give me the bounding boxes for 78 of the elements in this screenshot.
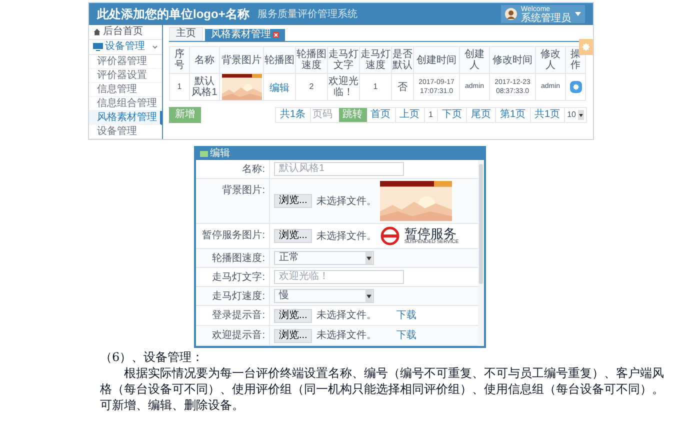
column-header: 轮播图速度: [296, 46, 328, 74]
table-cell: 欢迎光临！: [328, 74, 360, 100]
page-count[interactable]: 共1页: [530, 108, 566, 122]
table-cell: 1: [360, 74, 392, 100]
table-cell: 默认风格1: [190, 74, 220, 100]
scrollbar[interactable]: [478, 160, 484, 346]
settings-icon: [581, 42, 591, 52]
file-status: 未选择文件。: [316, 328, 376, 343]
column-header: 创建时间: [414, 46, 460, 74]
column-header: 名称: [190, 46, 220, 74]
sidebar-item[interactable]: 设备管理: [89, 125, 162, 139]
column-header: 序号: [170, 46, 190, 74]
home-icon: [93, 28, 101, 36]
monitor-icon: [93, 43, 103, 51]
sidebar-item[interactable]: 后台首页: [89, 25, 162, 40]
file-status: 未选择文件。: [316, 230, 376, 244]
user-name: 系统管理员: [521, 14, 571, 24]
avatar-icon: [505, 8, 517, 20]
caret-icon: [575, 12, 581, 16]
sidebar-item[interactable]: 评价器设置: [89, 69, 162, 83]
column-header: 轮播图: [264, 46, 296, 74]
dialog-title: 编辑: [210, 148, 230, 160]
table-cell: 否: [392, 74, 414, 100]
page-size-select[interactable]: 10: [565, 108, 586, 122]
sidebar-item[interactable]: 风格素材管理: [89, 111, 162, 125]
download-link[interactable]: 下载: [396, 308, 416, 323]
settings-icon: [572, 83, 580, 91]
sidebar-item[interactable]: 评价器管理: [89, 55, 162, 69]
first-page-link[interactable]: 首页: [366, 108, 396, 122]
settings-floating-button[interactable]: [579, 39, 593, 55]
page-indicator[interactable]: 第1页: [496, 108, 531, 122]
system-subtitle: 服务质量评价管理系统: [257, 8, 358, 22]
section-heading: （6）、设备管理：: [100, 350, 205, 365]
page-input[interactable]: 页码: [310, 109, 339, 121]
prev-page-link[interactable]: 上页: [396, 108, 425, 122]
logo-text: 暂停服务: [404, 227, 456, 240]
browse-button[interactable]: 浏览...: [274, 328, 312, 342]
last-page-link[interactable]: 尾页: [466, 108, 496, 122]
next-page-link[interactable]: 下页: [438, 108, 467, 122]
tab[interactable]: 主页: [169, 27, 203, 41]
column-header: 修改时间: [490, 46, 536, 74]
field-label: 轮播图速度:: [212, 252, 265, 266]
body-paragraph: 根据实际情况要为每一台评价终端设置名称、编号（编号不可重复、不可与员工编号重复）、客户端风格（每台设备可不同）、使用评价组（同一机构只能选择相同评价组）、使用信息组（每台设备可不同）。可新增、编辑、删除设备。: [100, 365, 665, 413]
field-label: 走马灯文字:: [212, 270, 265, 284]
field-label: 走马灯速度:: [212, 290, 265, 304]
total-count[interactable]: 共1条: [276, 108, 311, 122]
column-header: 创建人: [460, 46, 490, 74]
tab[interactable]: 风格素材管理: [205, 29, 285, 41]
browse-button[interactable]: 浏览...: [274, 229, 312, 243]
browse-button[interactable]: 浏览...: [274, 194, 312, 208]
column-header: 修改人: [536, 46, 566, 74]
field-label: 欢迎提示音:: [212, 328, 265, 343]
select-field[interactable]: 正常: [274, 251, 374, 265]
site-title: 此处添加您的单位logo+名称: [97, 6, 250, 23]
select-field[interactable]: 慢: [274, 289, 374, 303]
field-label: 背景图片:: [222, 184, 265, 198]
caret-icon: [365, 290, 373, 302]
sidebar-item[interactable]: 信息管理: [89, 83, 162, 97]
close-icon[interactable]: [273, 32, 279, 38]
column-header: 走马灯速度: [360, 46, 392, 74]
settings-button[interactable]: [570, 81, 582, 93]
text-field[interactable]: 默认风格1: [274, 162, 404, 176]
no-entry-icon: [380, 226, 400, 246]
file-status: 未选择文件。: [316, 308, 376, 323]
field-label: 名称:: [242, 162, 265, 176]
current-page: 1: [424, 109, 438, 121]
field-label: 登录提示音:: [212, 308, 265, 323]
caret-icon: [365, 252, 373, 264]
file-status: 未选择文件。: [316, 194, 376, 208]
sidebar-item[interactable]: 设备管理: [89, 40, 162, 55]
browse-button[interactable]: 浏览...: [274, 308, 312, 322]
column-header: 是否默认: [392, 46, 414, 74]
caret-icon: [578, 110, 584, 120]
column-header: 走马灯文字: [328, 46, 360, 74]
download-link[interactable]: 下载: [396, 328, 416, 343]
table-cell: 2: [296, 74, 328, 100]
table-cell: 1: [170, 74, 190, 100]
field-label: 暂停服务图片:: [202, 228, 265, 243]
